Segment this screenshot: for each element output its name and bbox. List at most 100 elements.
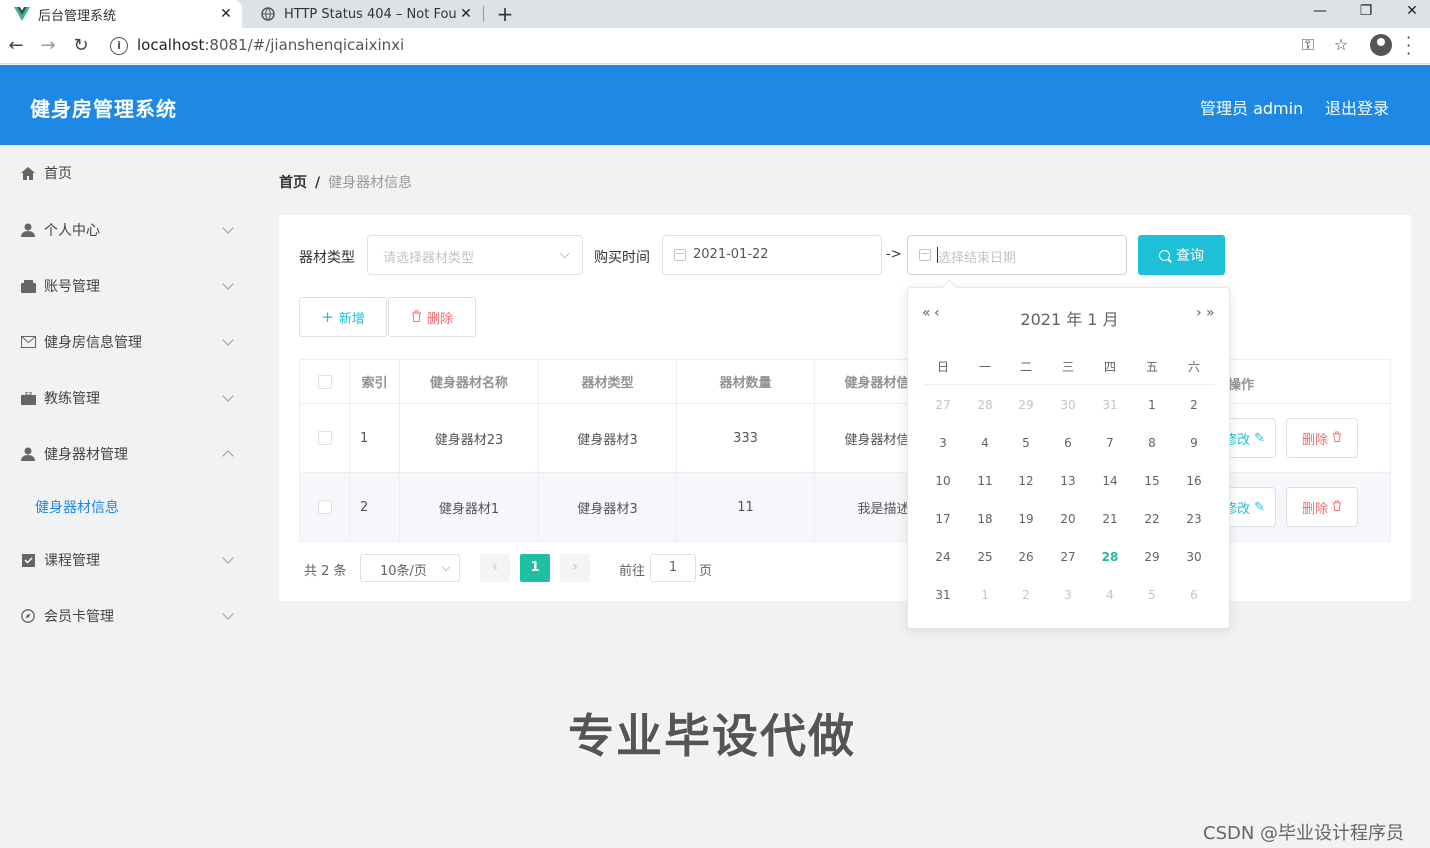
- chevron-down-icon: [222, 608, 234, 620]
- browser-tab-bar: 后台管理系统 ✕ HTTP Status 404 – Not Found ✕ +…: [0, 0, 1430, 28]
- profile-avatar-icon[interactable]: [1370, 34, 1392, 56]
- calendar-day[interactable]: 29: [1137, 550, 1167, 564]
- calendar-day[interactable]: 16: [1179, 474, 1209, 488]
- calendar-day[interactable]: 22: [1137, 512, 1167, 526]
- calendar-day[interactable]: 3: [1053, 588, 1083, 602]
- globe-icon: [260, 6, 276, 22]
- calendar-day[interactable]: 23: [1179, 512, 1209, 526]
- plus-icon: +: [321, 308, 334, 326]
- calendar-day[interactable]: 8: [1137, 436, 1167, 450]
- minimize-icon[interactable]: —: [1298, 0, 1342, 28]
- calendar-day[interactable]: 5: [1137, 588, 1167, 602]
- calendar-icon: [674, 249, 686, 261]
- calendar-day[interactable]: 14: [1095, 474, 1125, 488]
- sidebar-item-equipment[interactable]: 健身器材管理: [0, 426, 255, 482]
- row-checkbox[interactable]: [317, 500, 332, 514]
- current-page-button[interactable]: 1: [520, 554, 550, 582]
- calendar-day[interactable]: 4: [1095, 588, 1125, 602]
- next-month-icon[interactable]: ›: [1196, 305, 1202, 321]
- search-icon: [1159, 249, 1170, 261]
- star-icon[interactable]: ☆: [1330, 35, 1352, 54]
- next-page-button[interactable]: ›: [560, 554, 590, 582]
- calendar-day[interactable]: 6: [1179, 588, 1209, 602]
- back-icon[interactable]: ←: [4, 34, 28, 58]
- calendar-day[interactable]: 4: [970, 436, 1000, 450]
- edit-icon: ✎: [1254, 499, 1265, 515]
- calendar-day[interactable]: 10: [928, 474, 958, 488]
- key-icon[interactable]: ⚿: [1297, 35, 1319, 55]
- calendar-day[interactable]: 13: [1053, 474, 1083, 488]
- end-date-input[interactable]: 选择结束日期: [907, 235, 1127, 275]
- calendar-day[interactable]: 5: [1011, 436, 1041, 450]
- logout-button[interactable]: 退出登录: [1325, 95, 1389, 119]
- calendar-day[interactable]: 20: [1053, 512, 1083, 526]
- calendar-day[interactable]: 11: [970, 474, 1000, 488]
- calendar-day[interactable]: 27: [928, 398, 958, 412]
- calendar-day[interactable]: 7: [1095, 436, 1125, 450]
- cell-index: 2: [350, 473, 400, 541]
- calendar-day[interactable]: 6: [1053, 436, 1083, 450]
- calendar-day[interactable]: 2: [1011, 588, 1041, 602]
- calendar-day[interactable]: 27: [1053, 550, 1083, 564]
- page-size-select[interactable]: 10条/页: [360, 554, 460, 582]
- sidebar-item-accounts[interactable]: 账号管理: [0, 258, 255, 314]
- calendar-day[interactable]: 15: [1137, 474, 1167, 488]
- sidebar-item-profile[interactable]: 个人中心: [0, 202, 255, 258]
- tab-admin[interactable]: 后台管理系统 ✕: [0, 0, 242, 28]
- browser-menu-icon[interactable]: · · ·: [1406, 30, 1411, 62]
- column-header: 器材数量: [677, 360, 815, 403]
- restore-icon[interactable]: ❐: [1344, 0, 1388, 28]
- calendar-day[interactable]: 17: [928, 512, 958, 526]
- calendar-day-today[interactable]: 28: [1095, 550, 1125, 564]
- equipment-type-select[interactable]: 请选择器材类型: [367, 235, 583, 275]
- sidebar-item-membership[interactable]: 会员卡管理: [0, 588, 255, 644]
- sidebar-item-home[interactable]: 首页: [0, 145, 255, 201]
- calendar-day[interactable]: 1: [1137, 398, 1167, 412]
- calendar-day[interactable]: 25: [970, 550, 1000, 564]
- cell-type: 健身器材3: [539, 404, 677, 472]
- calendar-day[interactable]: 31: [1095, 398, 1125, 412]
- calendar-day[interactable]: 3: [928, 436, 958, 450]
- delete-button[interactable]: 删除: [1286, 487, 1358, 527]
- calendar-day[interactable]: 2: [1179, 398, 1209, 412]
- search-button[interactable]: 查询: [1138, 235, 1225, 275]
- select-all-checkbox[interactable]: [317, 374, 332, 389]
- calendar-day[interactable]: 31: [928, 588, 958, 602]
- delete-button[interactable]: 删除: [1286, 418, 1358, 458]
- calendar-day[interactable]: 1: [970, 588, 1000, 602]
- calendar-day[interactable]: 12: [1011, 474, 1041, 488]
- row-checkbox[interactable]: [317, 431, 332, 445]
- calendar-day[interactable]: 18: [970, 512, 1000, 526]
- calendar-day[interactable]: 21: [1095, 512, 1125, 526]
- url-host: localhost: [137, 36, 205, 54]
- goto-page-input[interactable]: 1: [650, 554, 696, 582]
- tab-404[interactable]: HTTP Status 404 – Not Found ✕: [246, 0, 482, 28]
- breadcrumb-home[interactable]: 首页: [279, 175, 307, 191]
- calendar-day[interactable]: 30: [1179, 550, 1209, 564]
- sidebar-item-courses[interactable]: 课程管理: [0, 532, 255, 588]
- url-input[interactable]: localhost:8081/#/jianshenqicaixinxi: [137, 36, 404, 54]
- cell-qty: 11: [677, 473, 815, 541]
- site-info-icon[interactable]: i: [110, 37, 128, 55]
- window-close-icon[interactable]: ✕: [1390, 0, 1430, 28]
- prev-page-button[interactable]: ‹: [480, 554, 510, 582]
- calendar-day[interactable]: 24: [928, 550, 958, 564]
- add-button[interactable]: + 新增: [299, 297, 387, 337]
- calendar-day[interactable]: 26: [1011, 550, 1041, 564]
- calendar-day[interactable]: 29: [1011, 398, 1041, 412]
- calendar-day[interactable]: 19: [1011, 512, 1041, 526]
- sidebar-item-gym-info[interactable]: 健身房信息管理: [0, 314, 255, 370]
- next-year-icon[interactable]: »: [1206, 305, 1215, 321]
- sidebar-item-coaches[interactable]: 教练管理: [0, 370, 255, 426]
- reload-icon[interactable]: ↻: [69, 34, 93, 58]
- calendar-day[interactable]: 30: [1053, 398, 1083, 412]
- calendar-day[interactable]: 9: [1179, 436, 1209, 450]
- close-icon[interactable]: ✕: [456, 6, 476, 22]
- close-icon[interactable]: ✕: [216, 6, 236, 22]
- batch-delete-button[interactable]: 删除: [388, 297, 476, 337]
- calendar-day[interactable]: 28: [970, 398, 1000, 412]
- start-date-input[interactable]: 2021-01-22: [662, 235, 882, 275]
- forward-icon[interactable]: →: [36, 34, 60, 58]
- sidebar-subitem-equipment-info[interactable]: 健身器材信息: [35, 497, 119, 517]
- new-tab-icon[interactable]: +: [494, 2, 516, 26]
